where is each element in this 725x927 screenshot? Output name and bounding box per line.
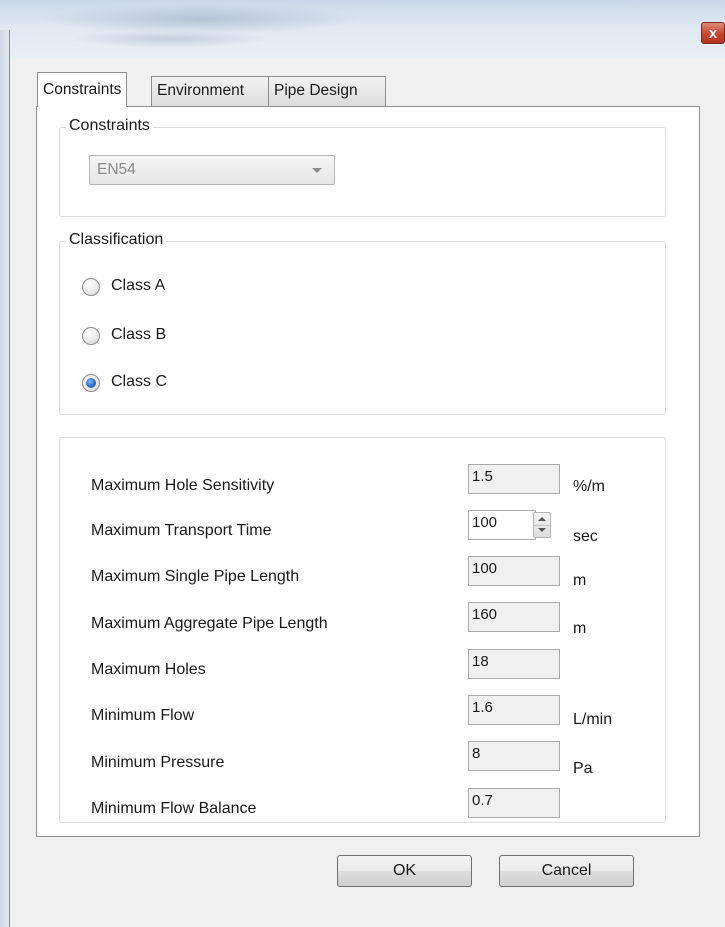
unit-min-pressure: Pa <box>573 760 593 777</box>
param-label-max-aggregate-pipe-length: Maximum Aggregate Pipe Length <box>91 615 328 632</box>
parameters-group: Maximum Hole Sensitivity 1.5 %/m Maximum… <box>59 437 666 823</box>
blurred-title-area-2 <box>70 30 270 48</box>
max-holes-field[interactable]: 18 <box>468 649 560 679</box>
param-label-min-pressure: Minimum Pressure <box>91 754 225 771</box>
unit-min-flow: L/min <box>573 711 613 728</box>
unit-max-transport-time: sec <box>573 528 598 545</box>
unit-max-aggregate-pipe-length: m <box>573 620 587 637</box>
max-aggregate-pipe-length-field[interactable]: 160 <box>468 602 560 632</box>
cancel-button[interactable]: Cancel <box>499 855 634 887</box>
unit-max-hole-sensitivity: %/m <box>573 478 605 495</box>
max-hole-sensitivity-field[interactable]: 1.5 <box>468 464 560 494</box>
radio-label-class-a: Class A <box>111 277 166 294</box>
tab-environment[interactable]: Environment <box>151 76 269 106</box>
max-single-pipe-length-field[interactable]: 100 <box>468 556 560 586</box>
spin-buttons[interactable] <box>533 512 551 538</box>
param-label-min-flow-balance: Minimum Flow Balance <box>91 800 257 817</box>
standard-dropdown-value: EN54 <box>97 161 136 178</box>
min-flow-balance-field[interactable]: 0.7 <box>468 788 560 818</box>
radio-button-class-b[interactable] <box>82 327 100 345</box>
dialog-client-area: Constraints Environment Pipe Design Cons… <box>10 58 725 927</box>
param-label-max-holes: Maximum Holes <box>91 661 206 678</box>
standard-dropdown[interactable]: EN54 <box>89 155 335 185</box>
close-icon[interactable]: x <box>701 22 725 44</box>
tab-panel-constraints: Constraints EN54 Classification Class A … <box>36 106 700 837</box>
min-pressure-field[interactable]: 8 <box>468 741 560 771</box>
radio-button-class-c[interactable] <box>82 374 100 392</box>
constraints-group: Constraints EN54 <box>59 117 666 217</box>
title-bar: x <box>0 0 725 58</box>
param-label-max-single-pipe-length: Maximum Single Pipe Length <box>91 568 300 585</box>
tab-constraints[interactable]: Constraints <box>37 72 128 107</box>
max-transport-time-stepper[interactable]: 100 <box>468 510 536 540</box>
min-flow-field[interactable]: 1.6 <box>468 695 560 725</box>
radio-label-class-c: Class C <box>111 373 168 390</box>
unit-max-single-pipe-length: m <box>573 572 587 589</box>
tab-pipe-design[interactable]: Pipe Design <box>268 76 386 106</box>
ok-button[interactable]: OK <box>337 855 472 887</box>
radio-label-class-b: Class B <box>111 326 167 343</box>
param-label-max-hole-sensitivity: Maximum Hole Sensitivity <box>91 477 275 494</box>
spin-divider <box>534 525 550 526</box>
constraints-group-title: Constraints <box>66 117 153 135</box>
chevron-down-icon[interactable] <box>312 168 322 173</box>
classification-group-title: Classification <box>66 231 167 249</box>
classification-group: Classification Class A Class B Class C <box>59 231 666 415</box>
param-label-min-flow: Minimum Flow <box>91 707 195 724</box>
param-label-max-transport-time: Maximum Transport Time <box>91 522 272 539</box>
radio-button-class-a[interactable] <box>82 278 100 296</box>
spin-up-icon[interactable] <box>538 517 546 521</box>
spin-down-icon[interactable] <box>538 528 546 532</box>
